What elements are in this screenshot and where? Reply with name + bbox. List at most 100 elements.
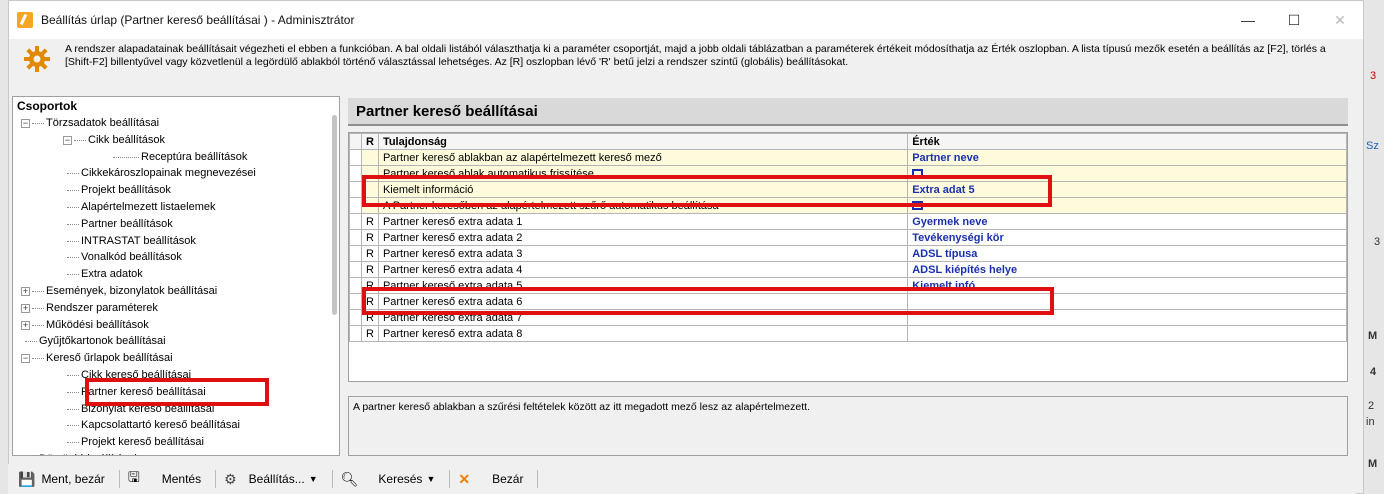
grid-row[interactable]: R Partner kereső extra adata 1 Gyermek nev… xyxy=(349,213,1347,230)
tree-item-label: Cikk kereső beállításai xyxy=(81,368,192,381)
tree-item[interactable]: Vonalkód beállítások xyxy=(13,249,339,266)
edge-text-fragment: 4 xyxy=(1370,366,1377,378)
row-indicator-header xyxy=(349,133,362,150)
column-value-header[interactable]: Érték xyxy=(907,133,1347,150)
tree-item-label: Extra adatok xyxy=(81,268,143,281)
value-cell[interactable] xyxy=(907,197,1347,214)
value-cell[interactable] xyxy=(907,325,1347,342)
grid-row[interactable]: R Partner kereső extra adata 5 Kiemelt inf… xyxy=(349,277,1347,294)
row-indicator[interactable] xyxy=(349,181,362,198)
grid-row[interactable]: R Partner kereső extra adata 4 ADSL kiépít… xyxy=(349,261,1347,278)
tree-item[interactable]: + Működési beállítások xyxy=(13,317,339,334)
search-icon: 🔍︎ xyxy=(340,470,359,487)
row-indicator[interactable] xyxy=(349,309,362,326)
tree-item-label: Események, bizonylatok beállításai xyxy=(46,284,218,297)
tree-item[interactable]: Projekt kereső beállításai xyxy=(13,434,339,451)
grid-row[interactable]: R Partner kereső extra adata 6 xyxy=(349,293,1347,310)
tree-scrollbar[interactable] xyxy=(332,115,337,315)
tree-item-label: Működési beállítások xyxy=(46,318,149,331)
tree-item[interactable]: Cikkekároszlopainak megnevezései xyxy=(13,165,339,182)
tree-item[interactable]: + Rendszer paraméterek xyxy=(13,300,339,317)
tree-item-label: Cikk beállítások xyxy=(88,133,166,146)
row-indicator[interactable] xyxy=(349,245,362,262)
row-indicator[interactable] xyxy=(349,277,362,294)
value-cell[interactable]: Kiemelt infó xyxy=(907,277,1347,294)
collapse-icon[interactable]: − xyxy=(63,135,72,145)
row-indicator[interactable] xyxy=(349,149,362,166)
checkbox[interactable] xyxy=(912,169,924,179)
grid-row[interactable]: Partner kereső ablakban az alapértelmeze… xyxy=(349,149,1347,166)
tree-item[interactable]: Projekt beállítások xyxy=(13,182,339,199)
tree-item[interactable]: INTRASTAT beállítások xyxy=(13,233,339,250)
r-cell xyxy=(360,181,379,198)
r-cell: R xyxy=(360,309,379,326)
tree-item[interactable]: Kapcsolattartó kereső beállításai xyxy=(13,417,339,434)
grid-row[interactable]: Kiemelt információ Extra adat 5 xyxy=(349,181,1347,198)
row-indicator[interactable] xyxy=(349,197,362,214)
value-cell[interactable]: ADSL típusa xyxy=(907,245,1347,262)
gear-icon xyxy=(24,46,50,72)
tree-item-label: Kereső űrlapok beállításai xyxy=(46,352,173,365)
value-cell[interactable]: Gyermek neve xyxy=(907,213,1347,230)
column-property-header[interactable]: Tulajdonság xyxy=(377,133,909,150)
checkbox[interactable] xyxy=(912,201,924,211)
tree-item[interactable]: Receptúra beállítások xyxy=(13,149,339,166)
settings-grid[interactable]: R Tulajdonság Érték Partner kereső ablak… xyxy=(348,132,1348,382)
column-r-header[interactable]: R xyxy=(360,133,379,150)
tree-item-label: Bizonylat kereső beállításai xyxy=(81,402,215,415)
tree-item[interactable]: Dömöréé beállítások xyxy=(13,451,339,455)
value-cell[interactable] xyxy=(907,309,1347,326)
tree-item-label: Projekt kereső beállításai xyxy=(81,436,204,449)
collapse-icon[interactable]: − xyxy=(21,354,30,364)
tree-item-label: Partner kereső beállításai xyxy=(81,385,206,398)
grid-row[interactable]: A Partner keresőben az alapértelmezett s… xyxy=(349,197,1347,214)
row-indicator[interactable] xyxy=(349,293,362,310)
expand-icon[interactable]: + xyxy=(21,286,30,296)
settings-menu-button[interactable]: ⚙ Beállítás... ▼ xyxy=(224,471,318,488)
info-text: A rendszer alapadatainak beállításait vé… xyxy=(65,43,1326,68)
grid-row[interactable]: R Partner kereső extra adata 8 xyxy=(349,325,1347,342)
maximize-button[interactable]: ☐ xyxy=(1271,1,1317,39)
edge-text-fragment: Sz xyxy=(1366,140,1379,152)
expand-icon[interactable]: + xyxy=(21,303,30,313)
value-cell[interactable]: Tevékenységi kör xyxy=(907,229,1347,246)
value-cell[interactable]: ADSL kiépítés helye xyxy=(907,261,1347,278)
groups-tree[interactable]: Csoportok − Törzsadatok beállításai − Cikk … xyxy=(12,96,340,456)
row-indicator[interactable] xyxy=(349,229,362,246)
value-cell[interactable]: Extra adat 5 xyxy=(907,181,1347,198)
tree-item[interactable]: − Cikk beállítások xyxy=(13,132,339,149)
grid-row[interactable]: R Partner kereső extra adata 2 Tevékenység… xyxy=(349,229,1347,246)
row-indicator[interactable] xyxy=(349,325,362,342)
grid-row[interactable]: R Partner kereső extra adata 7 xyxy=(349,309,1347,326)
close-window-button[interactable]: ✕ xyxy=(1317,1,1363,39)
search-menu-button[interactable]: 🔍︎ Keresés ▼ xyxy=(341,471,436,488)
value-cell[interactable] xyxy=(907,165,1347,182)
close-button[interactable]: ✕ Bezár xyxy=(458,471,523,488)
tree-item[interactable]: Alapértelmezett listaelemek xyxy=(13,199,339,216)
save-close-button[interactable]: 💾 Ment, bezár xyxy=(18,471,105,488)
property-cell: Partner kereső extra adata 5 xyxy=(377,277,909,294)
edge-text-fragment: 3 xyxy=(1370,70,1377,82)
tree-item[interactable]: Bizonylat kereső beállításai xyxy=(13,401,339,418)
tree-item[interactable]: Gyűjtőkartonok beállításai xyxy=(13,333,339,350)
row-indicator[interactable] xyxy=(349,261,362,278)
collapse-icon[interactable]: − xyxy=(21,119,30,128)
value-cell[interactable]: Partner neve xyxy=(907,149,1347,166)
row-indicator[interactable] xyxy=(349,213,362,230)
tree-item[interactable]: − Kereső űrlapok beállításai xyxy=(13,350,339,367)
row-indicator[interactable] xyxy=(349,165,362,182)
grid-row[interactable]: R Partner kereső extra adata 3 ADSL típusa xyxy=(349,245,1347,262)
tree-item[interactable]: Partner kereső beállításai xyxy=(13,384,339,401)
tree-item-label: Cikkekároszlopainak megnevezései xyxy=(81,167,256,180)
save-button[interactable]: 🖫 Mentés xyxy=(128,467,201,491)
minimize-button[interactable]: — xyxy=(1225,1,1271,39)
tree-item[interactable]: Cikk kereső beállításai xyxy=(13,367,339,384)
tree-item[interactable]: + Események, bizonylatok beállításai xyxy=(13,283,339,300)
tree-item[interactable]: − Törzsadatok beállításai xyxy=(13,115,339,132)
value-cell[interactable] xyxy=(907,293,1347,310)
property-cell: Partner kereső extra adata 6 xyxy=(377,293,909,310)
tree-item[interactable]: Partner beállítások xyxy=(13,216,339,233)
tree-item[interactable]: Extra adatok xyxy=(13,266,339,283)
grid-row[interactable]: Partner kereső ablak automatikus frissít… xyxy=(349,165,1347,182)
expand-icon[interactable]: + xyxy=(21,320,30,330)
